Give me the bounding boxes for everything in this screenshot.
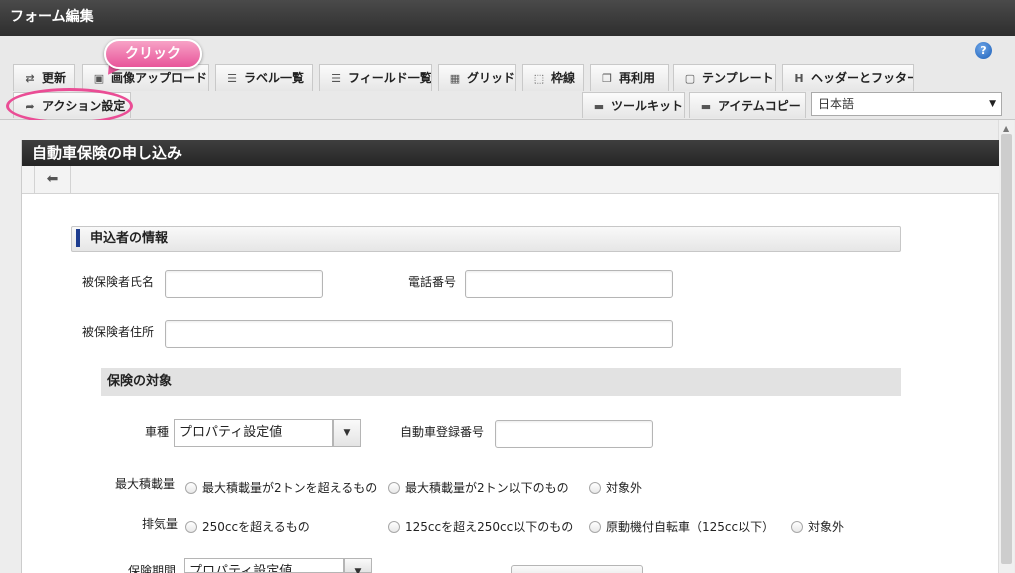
radio-button[interactable] (388, 520, 400, 533)
tab-action-settings[interactable]: ➦ アクション設定 (13, 92, 131, 118)
toolkit-icon: ▬ (593, 100, 605, 113)
radio-button[interactable] (185, 481, 197, 494)
tab-label-list[interactable]: ☰ ラベル一覧 (215, 64, 313, 91)
tab-field-list[interactable]: ☰ フィールド一覧 (319, 64, 432, 91)
max-load-option[interactable]: 最大積載量が2トン以下のもの (388, 479, 569, 496)
registration-number-input[interactable] (495, 420, 653, 448)
vertical-scrollbar[interactable]: ▲ (998, 120, 1014, 573)
tab-label: ツールキット (611, 99, 684, 113)
tab-grid[interactable]: ▦ グリッド (438, 64, 516, 91)
radio-label: 対象外 (606, 481, 643, 495)
max-load-option[interactable]: 対象外 (589, 479, 642, 496)
window-title: フォーム編集 (0, 0, 1015, 36)
radio-label: 250ccを超えるもの (202, 520, 310, 534)
tab-label: ヘッダーとフッター (811, 71, 914, 85)
radio-label: 最大積載量が2トンを超えるもの (202, 481, 378, 495)
template-icon: ▢ (684, 72, 696, 85)
chevron-down-icon: ▼ (354, 567, 362, 573)
tab-toolkit[interactable]: ▬ ツールキット (582, 92, 685, 118)
tab-update[interactable]: ⇄ 更新 (13, 64, 75, 91)
radio-button[interactable] (388, 481, 400, 494)
label-list-icon: ☰ (227, 72, 237, 85)
section-insurance-target: 保険の対象 (101, 368, 901, 396)
tab-label: テンプレート (702, 71, 774, 85)
displacement-label: 排気量 (142, 517, 179, 531)
insured-name-label: 被保険者氏名 (82, 275, 155, 289)
displacement-option[interactable]: 原動機付自転車（125cc以下） (589, 518, 774, 535)
tab-label: 更新 (42, 71, 67, 85)
radio-button[interactable] (185, 520, 197, 533)
max-load-label: 最大積載量 (115, 477, 176, 491)
help-icon[interactable]: ? (975, 42, 992, 59)
insured-address-input[interactable] (165, 320, 673, 348)
displacement-option[interactable]: 125ccを超え250cc以下のもの (388, 518, 573, 535)
item-copy-icon: ▬ (700, 100, 712, 113)
tab-label: フィールド一覧 (348, 71, 432, 85)
max-load-option[interactable]: 最大積載量が2トンを超えるもの (185, 479, 377, 496)
vehicle-type-label: 車種 (145, 425, 170, 439)
insurance-period-select[interactable]: プロパティ設定値 (184, 558, 344, 573)
radio-button[interactable] (589, 520, 601, 533)
tab-label: アイテムコピー (718, 99, 801, 113)
tab-reuse[interactable]: ❐ 再利用 (590, 64, 669, 91)
scroll-up-icon[interactable]: ▲ (1003, 124, 1009, 133)
tab-label: 画像アップロード (111, 71, 208, 85)
tab-item-copy[interactable]: ▬ アイテムコピー (689, 92, 806, 118)
vehicle-type-select[interactable]: プロパティ設定値 (174, 419, 333, 447)
insured-address-label: 被保険者住所 (82, 325, 155, 339)
header-footer-icon: H (794, 72, 804, 85)
grid-icon: ▦ (449, 72, 461, 85)
border-icon: ⬚ (533, 72, 545, 85)
field-list-icon: ☰ (331, 72, 341, 85)
reuse-icon: ❐ (602, 72, 612, 85)
tab-label: 再利用 (619, 71, 656, 85)
radio-label: 原動機付自転車（125cc以下） (606, 520, 775, 534)
tab-template[interactable]: ▢ テンプレート (673, 64, 776, 91)
partial-button[interactable] (511, 565, 643, 573)
form-nav-bar: ⬅ (22, 166, 999, 194)
language-value: 日本語 (818, 97, 855, 111)
click-callout: クリック (104, 39, 202, 69)
tab-label: アクション設定 (42, 99, 126, 113)
form-title: 自動車保険の申し込み (22, 140, 999, 166)
form-canvas: 自動車保険の申し込み ⬅ (21, 140, 999, 573)
radio-button[interactable] (589, 481, 601, 494)
tab-border[interactable]: ⬚ 枠線 (522, 64, 584, 91)
chevron-down-icon: ▼ (989, 99, 996, 109)
scrollbar-thumb[interactable] (1001, 134, 1012, 564)
vehicle-type-dropdown-button[interactable]: ▼ (333, 419, 361, 447)
radio-label: 対象外 (808, 520, 845, 534)
section-applicant-info: 申込者の情報 (71, 226, 901, 252)
radio-label: 125ccを超え250cc以下のもの (405, 520, 574, 534)
phone-label: 電話番号 (408, 275, 457, 289)
displacement-option[interactable]: 250ccを超えるもの (185, 518, 310, 535)
chevron-down-icon: ▼ (343, 428, 351, 438)
displacement-option[interactable]: 対象外 (791, 518, 844, 535)
tab-header-footer[interactable]: H ヘッダーとフッター (782, 64, 914, 91)
insurance-period-label: 保険期間 (128, 564, 177, 573)
radio-label: 最大積載量が2トン以下のもの (405, 481, 569, 495)
back-button[interactable]: ⬅ (34, 166, 71, 193)
action-settings-icon: ➦ (25, 100, 35, 113)
radio-button[interactable] (791, 520, 803, 533)
section-title: 申込者の情報 (90, 231, 169, 246)
update-icon: ⇄ (25, 72, 35, 85)
language-select[interactable]: 日本語 ▼ (811, 92, 1002, 116)
section-accent (76, 228, 80, 247)
tab-label: グリッド (467, 71, 516, 85)
insured-name-input[interactable] (165, 270, 323, 298)
tab-label: 枠線 (551, 71, 576, 85)
phone-input[interactable] (465, 270, 673, 298)
tab-label: ラベル一覧 (244, 71, 305, 85)
registration-number-label: 自動車登録番号 (400, 425, 485, 439)
insurance-period-dropdown-button[interactable]: ▼ (344, 558, 372, 573)
back-arrow-icon: ⬅ (46, 171, 59, 187)
